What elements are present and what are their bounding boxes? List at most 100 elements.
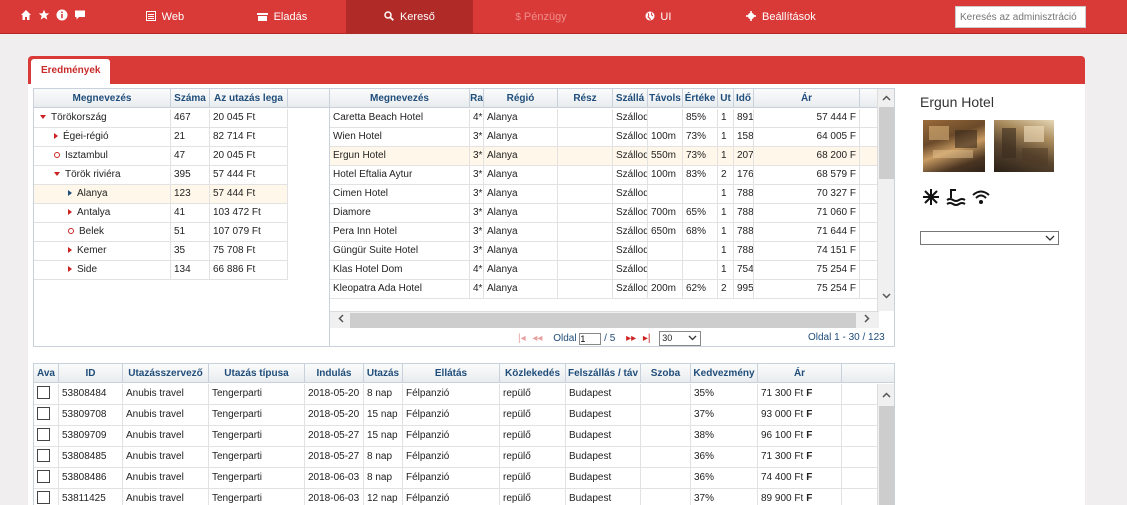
offer-col-11[interactable]: Ár <box>758 364 842 383</box>
hotel-row[interactable]: Güngür Suite Hotel3*Alanya Szálloda 178874… <box>330 242 878 261</box>
hotel-cell: Pera Inn Hotel <box>330 223 470 242</box>
offer-checkbox[interactable] <box>37 428 50 441</box>
offer-col-6[interactable]: Ellátás <box>403 364 500 383</box>
hotel-photo-2[interactable] <box>994 120 1054 172</box>
offer-col-8[interactable]: Felszállás / táv <box>566 364 641 383</box>
home-icon[interactable] <box>20 9 32 21</box>
hotel-col-7[interactable]: Ut <box>718 89 734 108</box>
tree-row[interactable]: Törökország 467 20 045 Ft <box>34 109 288 128</box>
offer-checkbox[interactable] <box>37 491 50 504</box>
expanded-arrow-icon[interactable] <box>40 115 46 120</box>
hotel-row[interactable]: Ergun Hotel3*Alanya Szálloda550m73%120768… <box>330 147 878 166</box>
tree-col-count[interactable]: Száma <box>171 89 210 108</box>
scroll-up-icon[interactable] <box>878 91 894 105</box>
collapsed-arrow-icon[interactable] <box>68 266 72 273</box>
collapsed-arrow-icon[interactable] <box>54 133 58 140</box>
hotel-row[interactable]: Cimen Hotel3*Alanya Szálloda 178870 327 F <box>330 185 878 204</box>
hotel-row[interactable]: Pera Inn Hotel3*Alanya Szálloda650m68%178… <box>330 223 878 242</box>
offer-col-0[interactable]: Ava <box>34 364 59 383</box>
offers-vscroll[interactable] <box>877 384 894 505</box>
hotel-col-4[interactable]: Szállá <box>613 89 648 108</box>
scroll-left-icon[interactable] <box>332 313 349 327</box>
hotel-row[interactable]: Diamore3*Alanya Szálloda700m65%178871 060… <box>330 204 878 223</box>
prev-page-icon[interactable]: ◂◂ <box>532 333 542 344</box>
offer-col-4[interactable]: Indulás <box>305 364 364 383</box>
hotel-cell: Alanya <box>484 185 558 204</box>
offer-row[interactable]: 53811425 Anubis travel Tengerparti 2018-06-… <box>34 489 878 505</box>
hotel-row[interactable]: Kleopatra Ada Hotel4*Alanya Szálloda200m6… <box>330 280 878 299</box>
hotel-cell: 73% <box>683 147 718 166</box>
info-icon[interactable] <box>56 9 68 21</box>
hotel-col-6[interactable]: Értéke <box>683 89 718 108</box>
scroll-right-icon[interactable] <box>858 313 875 327</box>
tree-col-price[interactable]: Az utazás lega <box>210 89 288 108</box>
scroll-down-icon[interactable] <box>878 289 894 303</box>
offer-checkbox[interactable] <box>37 407 50 420</box>
collapsed-arrow-icon[interactable] <box>68 209 72 216</box>
offer-price-suffix: F <box>806 430 813 441</box>
tree-row[interactable]: Égei-régió 21 82 714 Ft <box>34 128 288 147</box>
hotel-detail-select[interactable] <box>920 231 1059 245</box>
offer-col-9[interactable]: Szoba <box>641 364 691 383</box>
offer-row[interactable]: 53808486 Anubis travel Tengerparti 2018-06-… <box>34 468 878 489</box>
hotel-col-0[interactable]: Megnevezés <box>330 89 470 108</box>
offer-checkbox[interactable] <box>37 470 50 483</box>
hotel-row[interactable]: Klas Hotel Dom4*Alanya Szálloda 175475 254… <box>330 261 878 280</box>
tree-row[interactable]: Török riviéra 395 57 444 Ft <box>34 166 288 185</box>
offer-col-10[interactable]: Kedvezmény <box>691 364 758 383</box>
expanded-arrow-icon[interactable] <box>54 172 60 177</box>
offer-row[interactable]: 53809708 Anubis travel Tengerparti 2018-05-… <box>34 405 878 426</box>
hotel-row[interactable]: Caretta Beach Hotel4*Alanya Szálloda 85%18… <box>330 109 878 128</box>
nav-ui[interactable]: UI <box>640 0 676 34</box>
hotel-col-1[interactable]: Ra <box>470 89 484 108</box>
hotel-row[interactable]: Wien Hotel3*Alanya Szálloda100m73%115864 … <box>330 128 878 147</box>
collapsed-arrow-icon[interactable] <box>68 247 72 254</box>
comment-icon[interactable] <box>74 9 86 21</box>
per-page-select[interactable]: 30 <box>659 331 702 346</box>
tree-row[interactable]: Antalya 41 103 472 Ft <box>34 204 288 223</box>
hotel-col-3[interactable]: Rész <box>558 89 613 108</box>
hotel-vscroll-thumb[interactable] <box>879 107 894 179</box>
last-page-icon[interactable]: ▸| <box>643 333 651 344</box>
offer-checkbox[interactable] <box>37 449 50 462</box>
hotel-col-2[interactable]: Régió <box>484 89 558 108</box>
nav-beallitasok[interactable]: Beállítások <box>742 0 820 34</box>
nav-eladas[interactable]: Eladás <box>250 0 314 34</box>
hotel-hscroll-thumb[interactable] <box>350 313 856 328</box>
hotel-col-5[interactable]: Távols <box>648 89 683 108</box>
tree-row[interactable]: Belek 51 107 079 Ft <box>34 223 288 242</box>
hotel-vscroll[interactable] <box>877 89 894 311</box>
tree-col-name[interactable]: Megnevezés <box>34 89 171 108</box>
nav-kereso[interactable]: Kereső <box>346 0 473 34</box>
admin-search-input[interactable] <box>955 6 1086 28</box>
offer-col-1[interactable]: ID <box>59 364 123 383</box>
offer-col-3[interactable]: Utazás típusa <box>209 364 305 383</box>
hotel-hscroll[interactable] <box>330 311 879 328</box>
hotel-row[interactable]: Hotel Eftalia Aytur3*Alanya Szálloda100m8… <box>330 166 878 185</box>
scroll-up-icon[interactable] <box>878 388 894 402</box>
hotel-col-9[interactable]: Ár <box>754 89 860 108</box>
tree-row[interactable]: Alanya 123 57 444 Ft <box>34 185 288 204</box>
offers-vscroll-thumb[interactable] <box>879 406 894 505</box>
offer-checkbox[interactable] <box>37 386 50 399</box>
offer-col-2[interactable]: Utazásszervező <box>123 364 209 383</box>
hotel-photo-1[interactable] <box>923 120 985 172</box>
leaf-circle-icon[interactable] <box>68 228 74 235</box>
first-page-icon[interactable]: |◂ <box>518 333 526 344</box>
offer-row[interactable]: 53808485 Anubis travel Tengerparti 2018-05-… <box>34 447 878 468</box>
offer-col-7[interactable]: Közlekedés <box>500 364 566 383</box>
tree-row[interactable]: Kemer 35 75 708 Ft <box>34 242 288 261</box>
page-number-input[interactable] <box>579 332 602 345</box>
offer-col-5[interactable]: Utazás <box>364 364 403 383</box>
tree-row[interactable]: Side 134 66 886 Ft <box>34 261 288 280</box>
leaf-circle-icon[interactable] <box>54 152 60 159</box>
star-icon[interactable] <box>38 9 50 21</box>
offer-row[interactable]: 53809709 Anubis travel Tengerparti 2018-05-… <box>34 426 878 447</box>
hotel-col-8[interactable]: Idő <box>734 89 754 108</box>
collapsed-arrow-icon[interactable] <box>68 190 72 197</box>
tree-row[interactable]: Isztambul 47 20 045 Ft <box>34 147 288 166</box>
tab-results[interactable]: Eredmények <box>31 59 111 84</box>
next-page-icon[interactable]: ▸▸ <box>626 333 636 344</box>
nav-web[interactable]: Web <box>140 0 190 34</box>
offer-row[interactable]: 53808484 Anubis travel Tengerparti 2018-05-… <box>34 384 878 405</box>
